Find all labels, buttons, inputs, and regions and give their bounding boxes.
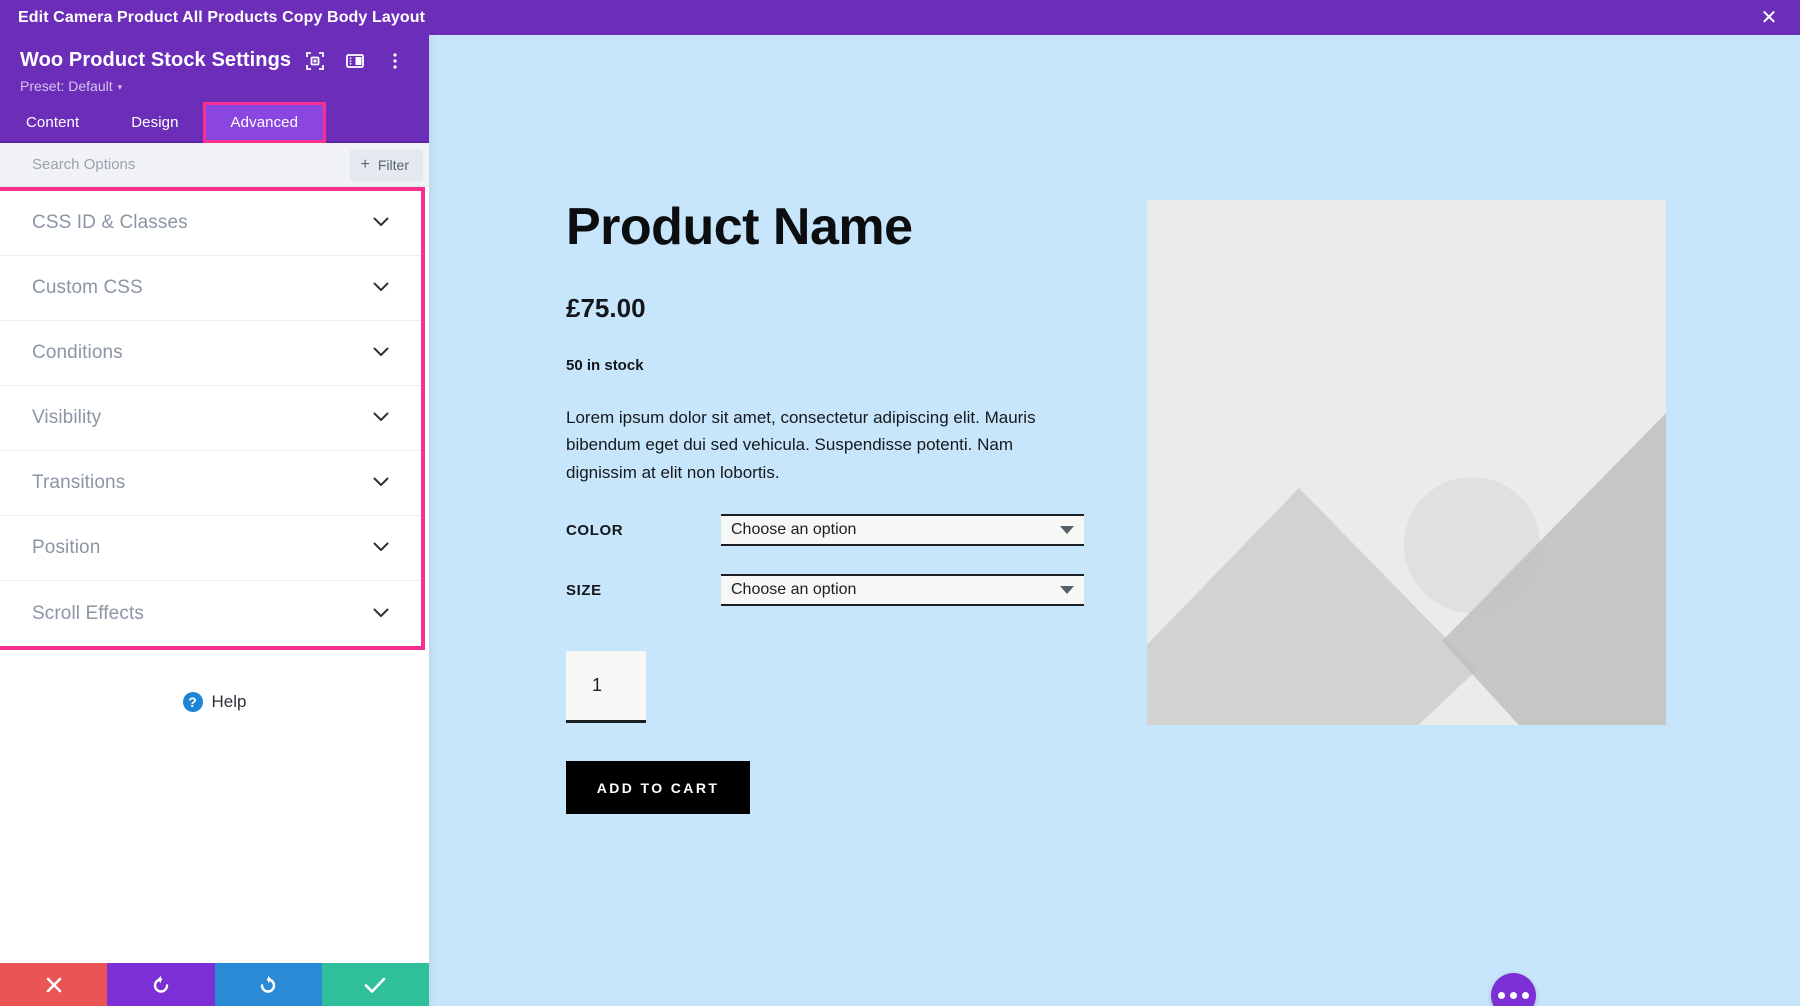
accordion-item-label: Conditions bbox=[32, 342, 123, 363]
tab-design[interactable]: Design bbox=[105, 104, 204, 141]
check-icon bbox=[365, 977, 386, 993]
settings-panel: Woo Product Stock Settings Preset: Defau… bbox=[0, 35, 429, 1006]
accordion-item-label: Custom CSS bbox=[32, 277, 143, 298]
help-link[interactable]: ? Help bbox=[182, 690, 247, 714]
divi-builder-modal: Edit Camera Product All Products Copy Bo… bbox=[0, 0, 1800, 1006]
size-select[interactable]: Choose an option bbox=[721, 574, 1084, 607]
accordion-item-custom-css[interactable]: Custom CSS bbox=[0, 256, 421, 321]
attribute-label-size: SIZE bbox=[566, 581, 602, 599]
tab-content[interactable]: Content bbox=[0, 104, 105, 141]
accordion-item-visibility[interactable]: Visibility bbox=[0, 386, 421, 451]
tab-advanced[interactable]: Advanced bbox=[202, 102, 327, 143]
window-title: Edit Camera Product All Products Copy Bo… bbox=[18, 8, 426, 26]
redo-icon bbox=[260, 975, 276, 993]
window-title-bar: Edit Camera Product All Products Copy Bo… bbox=[0, 0, 1800, 35]
product-price: £75.00 bbox=[566, 292, 646, 323]
settings-header-icons bbox=[305, 51, 409, 71]
chevron-down-icon bbox=[373, 605, 389, 623]
chevron-down-icon bbox=[373, 279, 389, 297]
quantity-wrap bbox=[566, 606, 1086, 724]
close-icon[interactable]: ✕ bbox=[1756, 5, 1782, 31]
product-title: Product Name bbox=[566, 198, 913, 256]
settings-tabs: Content Design Advanced bbox=[0, 102, 429, 143]
dot-icon bbox=[1510, 992, 1517, 999]
accordion-item-label: CSS ID & Classes bbox=[32, 212, 188, 233]
accordion-item-transitions[interactable]: Transitions bbox=[0, 451, 421, 516]
page-preview-canvas: Product Name £75.00 50 in stock Lorem ip… bbox=[429, 35, 1800, 1006]
preset-label: Preset: Default bbox=[20, 78, 113, 94]
add-to-cart-button[interactable]: ADD TO CART bbox=[566, 761, 750, 815]
filter-button-label: Filter bbox=[377, 156, 409, 173]
accordion-item-position[interactable]: Position bbox=[0, 516, 421, 581]
chevron-down-icon bbox=[373, 409, 389, 427]
chevron-down-icon bbox=[373, 539, 389, 557]
chevron-down-icon bbox=[373, 474, 389, 492]
settings-title: Woo Product Stock Settings bbox=[20, 49, 292, 71]
color-select-value: Choose an option bbox=[731, 521, 857, 539]
search-input[interactable] bbox=[32, 156, 350, 173]
chevron-down-icon bbox=[373, 214, 389, 232]
more-vertical-icon[interactable] bbox=[385, 51, 405, 71]
attribute-label-color: COLOR bbox=[566, 521, 624, 539]
dot-icon bbox=[1522, 992, 1529, 999]
settings-header-row: Woo Product Stock Settings bbox=[20, 49, 409, 72]
redo-button[interactable] bbox=[214, 963, 322, 1006]
product-description: Lorem ipsum dolor sit amet, consectetur … bbox=[566, 407, 1036, 482]
save-button[interactable] bbox=[321, 963, 429, 1006]
preset-selector[interactable]: Preset: Default ▾ bbox=[20, 78, 122, 94]
panel-layout-icon[interactable] bbox=[345, 51, 365, 71]
product-details: Product Name £75.00 50 in stock Lorem ip… bbox=[566, 198, 1086, 815]
product-image-placeholder bbox=[1147, 200, 1666, 725]
cancel-button[interactable] bbox=[0, 963, 108, 1006]
attribute-row-color: COLOR Choose an option bbox=[566, 514, 1086, 547]
color-select[interactable]: Choose an option bbox=[721, 514, 1084, 547]
close-icon bbox=[46, 977, 61, 992]
accordion-item-label: Position bbox=[32, 537, 101, 558]
settings-panel-header: Woo Product Stock Settings Preset: Defau… bbox=[0, 35, 429, 104]
more-options-fab[interactable] bbox=[1491, 973, 1536, 1006]
chevron-down-icon: ▾ bbox=[117, 81, 123, 92]
undo-button[interactable] bbox=[107, 963, 215, 1006]
size-select-value: Choose an option bbox=[731, 581, 857, 599]
plus-icon: + bbox=[360, 155, 370, 173]
filter-button[interactable]: + Filter bbox=[349, 148, 423, 181]
undo-icon bbox=[153, 975, 169, 993]
accordion-item-label: Transitions bbox=[32, 472, 126, 493]
add-to-cart-wrap: ADD TO CART bbox=[566, 723, 1086, 815]
focus-target-icon[interactable] bbox=[305, 51, 325, 71]
advanced-options-group: CSS ID & Classes Custom CSS Conditions V… bbox=[0, 187, 425, 650]
chevron-down-icon bbox=[1060, 586, 1074, 595]
quantity-input[interactable] bbox=[566, 651, 646, 724]
chevron-down-icon bbox=[1060, 526, 1074, 535]
accordion-item-label: Scroll Effects bbox=[32, 602, 144, 624]
help-area: ? Help bbox=[0, 650, 429, 963]
accordion-list: CSS ID & Classes Custom CSS Conditions V… bbox=[0, 191, 421, 646]
product-stock-status: 50 in stock bbox=[566, 356, 644, 374]
accordion-item-label: Visibility bbox=[32, 407, 102, 428]
help-icon: ? bbox=[182, 692, 203, 712]
search-row: + Filter bbox=[0, 143, 429, 187]
accordion-item-css-id-classes[interactable]: CSS ID & Classes bbox=[0, 191, 421, 256]
accordion-item-scroll-effects[interactable]: Scroll Effects bbox=[0, 581, 421, 646]
dot-icon bbox=[1498, 992, 1505, 999]
chevron-down-icon bbox=[373, 344, 389, 362]
accordion-item-conditions[interactable]: Conditions bbox=[0, 321, 421, 386]
help-label: Help bbox=[211, 692, 247, 711]
settings-action-bar bbox=[0, 963, 429, 1006]
attribute-row-size: SIZE Choose an option bbox=[566, 574, 1086, 607]
image-placeholder-icon bbox=[1147, 200, 1666, 725]
